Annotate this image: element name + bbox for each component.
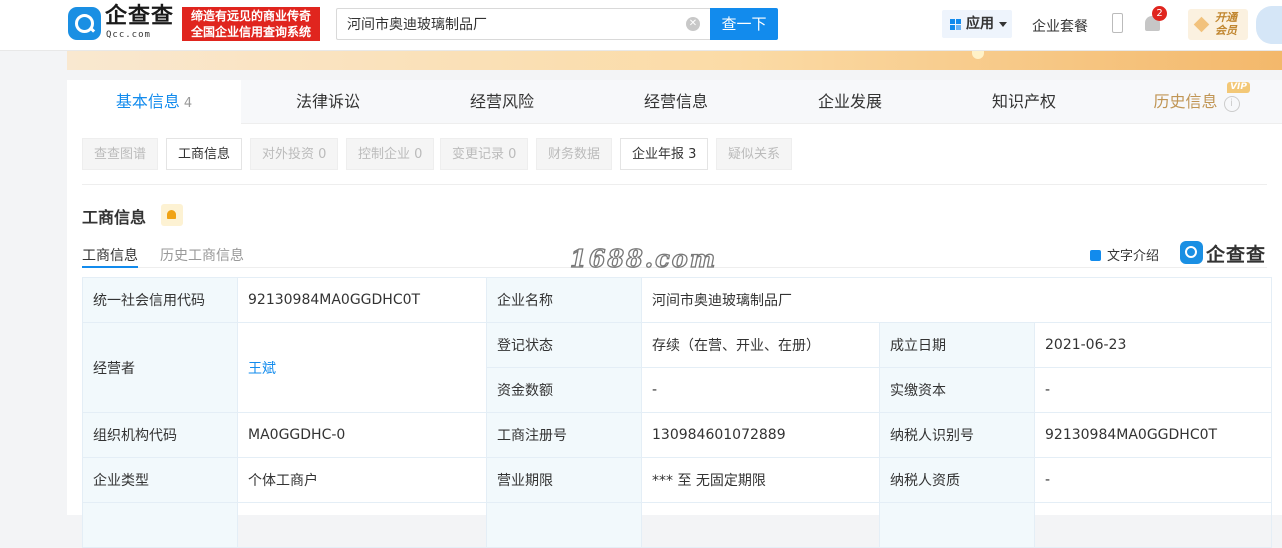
vip-heart-icon [1193, 16, 1210, 33]
vip-tag: VIP [1227, 82, 1250, 93]
company-type-value: 个体工商户 [237, 457, 487, 503]
promo-banner[interactable] [67, 51, 1282, 70]
enterprise-package-link[interactable]: 企业套餐 [1032, 16, 1088, 36]
tab-basic-info[interactable]: 基本信息 4 [67, 80, 241, 124]
biz-term-label: 营业期限 [486, 457, 642, 503]
tab-operation[interactable]: 经营信息 [589, 80, 763, 123]
reg-status-value: 存续（在营、开业、在册） [641, 322, 880, 368]
subscribe-bell-icon[interactable] [161, 204, 183, 226]
found-date-label: 成立日期 [879, 322, 1035, 368]
subtab-changes[interactable]: 变更记录 0 [440, 138, 529, 170]
operator-label: 经营者 [82, 322, 238, 413]
main-tabs: 基本信息 4 法律诉讼 经营风险 经营信息 企业发展 知识产权 历史信息 i VIP [67, 80, 1282, 124]
capital-value: - [641, 367, 880, 413]
tab-ip[interactable]: 知识产权 [937, 80, 1111, 123]
capital-label: 资金数额 [486, 367, 642, 413]
tab-legal[interactable]: 法律诉讼 [241, 80, 415, 123]
search-button[interactable]: 查一下 [710, 8, 778, 40]
subtab-relations[interactable]: 疑似关系 [716, 138, 793, 170]
brand-text: 企查查 [1206, 244, 1267, 266]
content-card: 基本信息 4 法律诉讼 经营风险 经营信息 企业发展 知识产权 历史信息 i VIP… [67, 80, 1282, 548]
phone-icon[interactable] [1112, 13, 1123, 33]
slogan-line-1: 缔造有远见的商业传奇 [190, 9, 311, 23]
subtab-business-info[interactable]: 工商信息 [166, 138, 243, 170]
operator-link[interactable]: 王斌 [237, 322, 487, 413]
table-row: 统一社会信用代码 92130984MA0GGDHC0T 企业名称 河间市奥迪玻璃… [82, 277, 1272, 323]
text-intro-button[interactable]: 文字介绍 [1090, 245, 1159, 264]
reg-no-label: 工商注册号 [486, 412, 642, 458]
taxpayer-id-label: 纳税人识别号 [879, 412, 1035, 458]
subtab-finance[interactable]: 财务数据 [536, 138, 613, 170]
taxpayer-id-value: 92130984MA0GGDHC0T [1034, 412, 1272, 458]
tab-development[interactable]: 企业发展 [763, 80, 937, 123]
paid-capital-label: 实缴资本 [879, 367, 1035, 413]
info-icon[interactable]: i [1223, 96, 1240, 112]
tab-risk[interactable]: 经营风险 [415, 80, 589, 123]
apps-label: 应用 [966, 16, 994, 32]
credit-code-label: 统一社会信用代码 [82, 277, 238, 323]
company-type-label: 企业类型 [82, 457, 238, 503]
company-name-value: 河间市奥迪玻璃制品厂 [641, 277, 1272, 323]
clear-icon[interactable]: ✕ [686, 17, 700, 31]
chevron-down-icon [999, 22, 1007, 27]
section-tab-current[interactable]: 工商信息 [82, 245, 138, 265]
document-icon [1090, 250, 1101, 261]
table-row [82, 502, 1272, 548]
apps-grid-icon [950, 19, 961, 30]
qcc-brand-icon [1180, 241, 1203, 264]
qcc-logo-icon[interactable] [68, 7, 101, 40]
taxpayer-qual-value: - [1034, 457, 1272, 503]
paid-capital-value: - [1034, 367, 1272, 413]
subtab-graph[interactable]: 查查图谱 [82, 138, 159, 170]
open-vip-button[interactable]: 开通 会员 [1188, 9, 1248, 40]
org-code-value: MA0GGDHC-0 [237, 412, 487, 458]
section-tab-history[interactable]: 历史工商信息 [160, 245, 244, 265]
logo-subtext: Qcc.com [106, 30, 151, 40]
search-input[interactable] [347, 9, 667, 39]
org-code-label: 组织机构代码 [82, 412, 238, 458]
avatar[interactable] [1256, 6, 1282, 44]
slogan-line-2: 全国企业信用查询系统 [190, 25, 311, 39]
table-row: 企业类型 个体工商户 营业期限 *** 至 无固定期限 纳税人资质 - [82, 457, 1272, 503]
taxpayer-qual-label: 纳税人资质 [879, 457, 1035, 503]
company-name-label: 企业名称 [486, 277, 642, 323]
top-header: 企查查 Qcc.com 缔造有远见的商业传奇 全国企业信用查询系统 ✕ 查一下 … [0, 0, 1282, 51]
credit-code-value: 92130984MA0GGDHC0T [237, 277, 487, 323]
watermark-text: 1688.com [569, 243, 718, 273]
biz-term-value: *** 至 无固定期限 [641, 457, 880, 503]
section-title: 工商信息 [82, 208, 147, 227]
reg-no-value: 130984601072889 [641, 412, 880, 458]
search-box: ✕ [336, 8, 710, 40]
found-date-value: 2021-06-23 [1034, 322, 1272, 368]
subtab-controlled[interactable]: 控制企业 0 [346, 138, 435, 170]
section-tab-underline [82, 266, 138, 268]
vip-label: 开通 会员 [1215, 11, 1237, 37]
apps-menu-button[interactable]: 应用 [942, 10, 1012, 38]
notification-badge: 2 [1152, 6, 1167, 21]
tab-history[interactable]: 历史信息 i VIP [1111, 80, 1282, 123]
table-row: 经营者 王斌 登记状态 存续（在营、开业、在册） 成立日期 2021-06-23 [82, 322, 1272, 413]
logo-text[interactable]: 企查查 [105, 5, 174, 29]
divider [82, 184, 1267, 185]
table-row: 组织机构代码 MA0GGDHC-0 工商注册号 130984601072889 … [82, 412, 1272, 458]
reg-status-label: 登记状态 [486, 322, 642, 368]
subtab-investment[interactable]: 对外投资 0 [250, 138, 339, 170]
business-info-table: 统一社会信用代码 92130984MA0GGDHC0T 企业名称 河间市奥迪玻璃… [82, 277, 1272, 548]
subtab-annual-report[interactable]: 企业年报 3 [620, 138, 709, 170]
slogan-banner: 缔造有远见的商业传奇 全国企业信用查询系统 [182, 7, 320, 41]
